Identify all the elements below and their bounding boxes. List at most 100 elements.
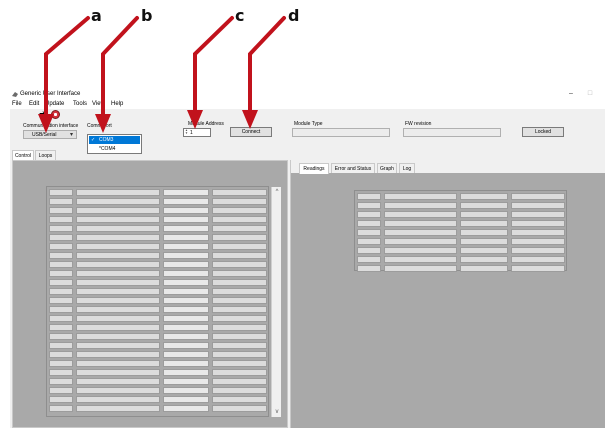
grid-cell	[460, 247, 508, 254]
tab-error-and-status[interactable]: Error and Status	[331, 163, 375, 173]
grid-row	[47, 207, 268, 214]
grid-cell	[49, 288, 73, 295]
grid-cell	[460, 220, 508, 227]
grid-cell	[163, 351, 209, 358]
tab-log[interactable]: Log	[399, 163, 415, 173]
menu-help[interactable]: Help	[111, 101, 123, 107]
grid-cell	[76, 297, 160, 304]
grid-row	[355, 265, 566, 272]
comm-port-option-com4[interactable]: *COM4	[89, 145, 140, 153]
grid-cell	[511, 238, 565, 245]
tab-graph[interactable]: Graph	[377, 163, 397, 173]
grid-cell	[49, 297, 73, 304]
grid-cell	[212, 378, 267, 385]
grid-row	[355, 220, 566, 227]
window-title: Generic User Interface	[20, 91, 81, 97]
grid-cell	[76, 216, 160, 223]
grid-cell	[212, 405, 267, 412]
readings-panel: Readings Error and Status Graph Log	[290, 160, 605, 428]
grid-cell	[212, 252, 267, 259]
grid-cell	[460, 265, 508, 272]
stepper-arrows-icon[interactable]: ▲ ▼	[185, 129, 189, 136]
grid-cell	[460, 193, 508, 200]
grid-cell	[49, 234, 73, 241]
module-type-label: Module Type	[294, 121, 323, 127]
grid-cell	[212, 261, 267, 268]
connect-button[interactable]: Connect	[230, 127, 272, 137]
grid-cell	[163, 297, 209, 304]
grid-row	[47, 270, 268, 277]
tab-loops[interactable]: Loops	[35, 150, 56, 160]
grid-row	[355, 238, 566, 245]
menu-update[interactable]: Update	[45, 101, 64, 107]
grid-cell	[511, 211, 565, 218]
menu-edit[interactable]: Edit	[29, 101, 39, 107]
comm-port-dropdown[interactable]: ✓ COM3 *COM4	[87, 134, 142, 154]
grid-cell	[49, 261, 73, 268]
grid-cell	[76, 225, 160, 232]
grid-cell	[49, 270, 73, 277]
grid-cell	[49, 369, 73, 376]
grid-cell	[212, 351, 267, 358]
grid-row	[47, 243, 268, 250]
grid-cell	[212, 216, 267, 223]
grid-cell	[163, 243, 209, 250]
grid-cell	[49, 252, 73, 259]
fw-revision-label: FW revision	[405, 121, 432, 127]
grid-cell	[384, 256, 457, 263]
grid-cell	[49, 351, 73, 358]
grid-cell	[212, 198, 267, 205]
grid-cell	[163, 279, 209, 286]
menu-file[interactable]: File	[12, 101, 22, 107]
grid-cell	[49, 378, 73, 385]
grid-cell	[212, 342, 267, 349]
grid-cell	[384, 238, 457, 245]
grid-cell	[384, 220, 457, 227]
grid-cell	[460, 229, 508, 236]
grid-cell	[163, 288, 209, 295]
maximize-button[interactable]: □	[584, 89, 596, 99]
grid-cell	[49, 387, 73, 394]
grid-row	[355, 211, 566, 218]
grid-cell	[49, 396, 73, 403]
grid-cell	[49, 315, 73, 322]
menu-tools[interactable]: Tools	[73, 101, 87, 107]
communication-interface-value: USB/Serial	[32, 132, 57, 138]
locked-button[interactable]: Locked	[522, 127, 564, 137]
grid-cell	[76, 351, 160, 358]
comm-port-option-com3[interactable]: ✓ COM3	[89, 136, 140, 144]
scroll-up-icon[interactable]: ^	[272, 187, 282, 197]
grid-row	[47, 252, 268, 259]
grid-cell	[76, 306, 160, 313]
grid-cell	[163, 324, 209, 331]
vertical-scrollbar[interactable]: ^ v	[271, 187, 281, 417]
grid-cell	[212, 324, 267, 331]
grid-cell	[460, 211, 508, 218]
grid-cell	[212, 189, 267, 196]
grid-cell	[76, 252, 160, 259]
grid-cell	[163, 387, 209, 394]
comm-port-option-label: COM3	[99, 137, 114, 143]
stop-icon[interactable]	[51, 110, 60, 119]
module-address-label: Module Address	[188, 121, 224, 127]
arrow-right-icon[interactable]: ➔	[38, 110, 47, 119]
grid-cell	[76, 405, 160, 412]
communication-interface-select[interactable]: USB/Serial ▾	[23, 130, 77, 139]
grid-cell	[76, 387, 160, 394]
grid-row	[47, 378, 268, 385]
module-address-stepper[interactable]: ▲ ▼ 1	[183, 128, 211, 137]
grid-cell	[163, 369, 209, 376]
grid-cell	[511, 229, 565, 236]
grid-cell	[163, 360, 209, 367]
tab-readings[interactable]: Readings	[299, 163, 329, 174]
scroll-down-icon[interactable]: v	[272, 407, 282, 417]
right-tab-strip: Readings Error and Status Graph Log	[291, 160, 605, 174]
comm-port-option-label: *COM4	[99, 146, 116, 152]
grid-cell	[76, 207, 160, 214]
grid-cell	[163, 342, 209, 349]
annotation-label-a: a	[91, 6, 102, 25]
menu-view[interactable]: View	[92, 101, 105, 107]
grid-cell	[76, 243, 160, 250]
grid-cell	[212, 234, 267, 241]
minimize-button[interactable]: –	[565, 89, 577, 99]
